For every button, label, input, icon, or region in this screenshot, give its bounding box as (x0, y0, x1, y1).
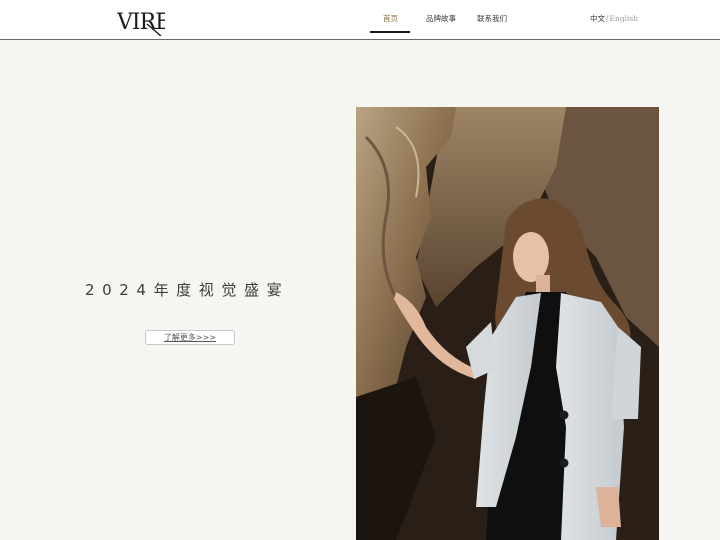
brand-logo[interactable]: VIRE (117, 6, 165, 36)
nav-item-brand-story[interactable]: 品牌故事 (426, 13, 456, 24)
nav-item-contact[interactable]: 联系我们 (477, 13, 507, 24)
language-switcher: 中文/English (590, 13, 638, 24)
site-header: VIRE 首页 品牌故事 联系我们 中文/English (0, 0, 720, 40)
active-nav-indicator (370, 31, 410, 33)
lang-separator: / (606, 14, 609, 23)
nav-item-home[interactable]: 首页 (383, 13, 398, 24)
model-photo-illustration (356, 107, 659, 540)
svg-text:VIRE: VIRE (117, 10, 165, 35)
lang-chinese[interactable]: 中文 (590, 14, 605, 23)
learn-more-button[interactable]: 了解更多>>> (145, 330, 235, 345)
hero-title: 2024年度视觉盛宴 (85, 281, 290, 299)
hero-photo (356, 107, 659, 540)
lang-english[interactable]: English (610, 14, 639, 23)
